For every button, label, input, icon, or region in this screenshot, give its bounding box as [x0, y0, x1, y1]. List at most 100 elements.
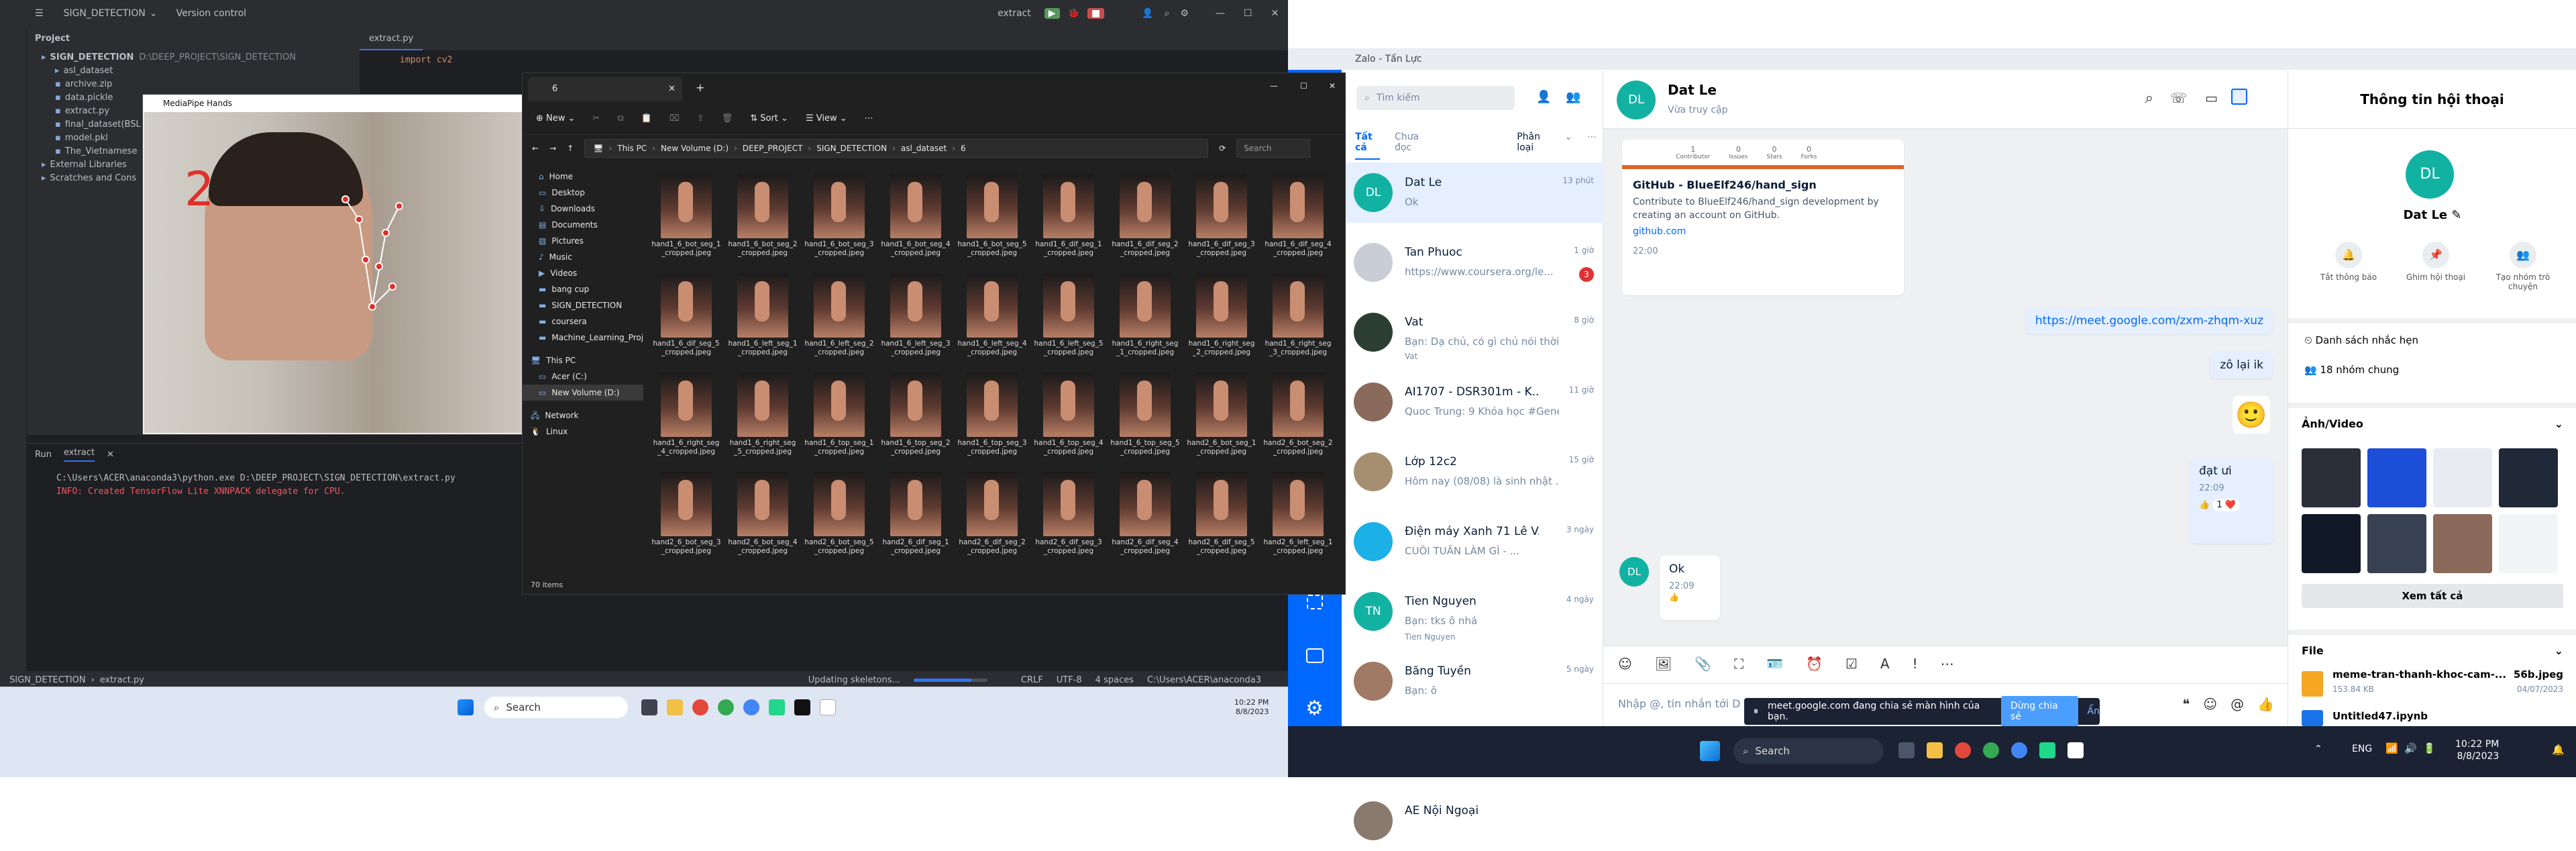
file-thumbnail[interactable]: hand1_6_right_seg_5_cropped.jpeg — [728, 372, 798, 466]
info-action-button[interactable]: 👥 Tạo nhóm trò chuyện — [2489, 242, 2557, 291]
message-ok[interactable]: Ok 22:09 👍 — [1660, 556, 1720, 620]
more-icon[interactable]: ⋯ — [865, 113, 873, 123]
chrome-icon[interactable] — [692, 699, 708, 715]
like-icon[interactable]: 👍 — [1669, 593, 1711, 602]
file-thumbnail[interactable]: hand1_6_bot_seg_4_cropped.jpeg — [881, 174, 951, 268]
run-tab-label[interactable]: Run — [35, 450, 52, 460]
minimize-icon[interactable]: — — [1270, 81, 1278, 91]
taskbar-clock[interactable]: 10:22 PM 8/8/2023 — [2455, 738, 2499, 762]
file-thumbnail[interactable]: hand2_6_dif_seg_4_cropped.jpeg — [1110, 472, 1180, 566]
file-thumbnail[interactable]: hand1_6_bot_seg_5_cropped.jpeg — [957, 174, 1027, 268]
conversation-item[interactable]: AI1707 - DSR301m - K... Quoc Trung: 9 Khó… — [1342, 372, 1603, 432]
volume-icon[interactable]: 🔊 — [2404, 742, 2417, 754]
refresh-icon[interactable]: ⟳ — [1219, 144, 1226, 153]
add-friend-icon[interactable]: 👤 — [1536, 90, 1551, 104]
file-thumbnail[interactable]: hand1_6_top_seg_4_cropped.jpeg — [1034, 372, 1104, 466]
maximize-icon[interactable]: ☐ — [1300, 81, 1307, 91]
run-button[interactable]: ▶ — [1044, 8, 1060, 19]
breadcrumb-item[interactable]: DEEP_PROJECT — [743, 144, 803, 153]
file-thumbnail[interactable]: hand1_6_dif_seg_4_cropped.jpeg — [1263, 174, 1333, 268]
debug-icon[interactable]: 🐞 — [1068, 8, 1079, 19]
search-icon[interactable]: ⌕ — [2145, 90, 2153, 107]
more-icon[interactable]: ⋯ — [1941, 656, 1954, 672]
media-thumbnail[interactable] — [2302, 448, 2361, 507]
vcs-menu[interactable]: Version control — [176, 8, 246, 19]
editor-line[interactable]: import cv2 — [360, 51, 1288, 69]
nav-item[interactable]: ♪ Music — [523, 249, 643, 265]
nav-item[interactable]: 🐧 Linux — [523, 423, 643, 440]
link-text[interactable]: https://meet.google.com/zxm-zhqm-xuz — [2035, 314, 2263, 328]
quote-icon[interactable]: ❝ — [2182, 696, 2190, 712]
file-thumbnail[interactable]: hand2_6_bot_seg_5_cropped.jpeg — [804, 472, 874, 566]
new-tab-icon[interactable]: + — [696, 81, 704, 94]
briefcase-icon[interactable] — [1306, 648, 1324, 663]
explorer-search[interactable]: Search — [1236, 139, 1311, 158]
run-config[interactable]: extract — [998, 8, 1031, 19]
reaction-row[interactable]: 👍 1 ❤️ — [2199, 499, 2263, 511]
thumbs-up-icon[interactable]: 👍 — [2257, 696, 2274, 712]
status-file[interactable]: extract.py — [100, 675, 144, 685]
chrome-icon[interactable] — [2011, 742, 2027, 758]
file-thumbnail[interactable]: hand1_6_left_seg_3_cropped.jpeg — [881, 273, 951, 367]
file-thumbnail[interactable]: hand1_6_dif_seg_3_cropped.jpeg — [1187, 174, 1256, 268]
taskbar-clock[interactable]: 10:22 PM 8/8/2023 — [1234, 698, 1269, 717]
chat-name[interactable]: Dat Le — [1668, 82, 1717, 98]
pycharm-icon[interactable] — [769, 699, 785, 715]
file-thumbnail[interactable]: hand1_6_left_seg_5_cropped.jpeg — [1034, 273, 1104, 367]
wifi-icon[interactable]: 📶 — [2385, 742, 2398, 754]
file-thumbnail[interactable]: hand2_6_left_seg_1_cropped.jpeg — [1263, 472, 1333, 566]
chevron-down-icon[interactable]: ⌄ — [2555, 644, 2563, 657]
filter-dropdown[interactable]: Phân loại — [1517, 132, 1550, 160]
notification-icon[interactable]: 🔔 — [2552, 744, 2565, 756]
chrome-icon[interactable] — [1983, 742, 1999, 758]
create-group-icon[interactable]: 👥 — [1566, 90, 1580, 104]
tree-item[interactable]: ▸ SIGN_DETECTION D:\DEEP_PROJECT\SIGN_DETE… — [27, 51, 360, 64]
chrome-icon[interactable] — [718, 699, 734, 715]
file-thumbnail[interactable]: hand2_6_dif_seg_1_cropped.jpeg — [881, 472, 951, 566]
nav-item[interactable]: ▤ Documents — [523, 217, 643, 233]
conversation-item[interactable]: Lớp 12c2 Hôm nay (08/08) là sinh nhật ...… — [1342, 442, 1603, 502]
media-thumbnail[interactable] — [2499, 514, 2558, 573]
file-thumbnail[interactable]: hand2_6_dif_seg_3_cropped.jpeg — [1034, 472, 1104, 566]
common-groups-row[interactable]: 👥 18 nhóm chung — [2304, 364, 2399, 376]
reminders-row[interactable]: ⏲ Danh sách nhắc hẹn — [2288, 318, 2576, 357]
breadcrumb[interactable]: 🖥 › This PC › New Volume (D:) › DEEP_PROJECT ›… — [584, 139, 1209, 158]
maximize-icon[interactable]: ☐ — [1244, 8, 1252, 19]
file-thumbnail[interactable]: hand1_6_top_seg_5_cropped.jpeg — [1110, 372, 1180, 466]
menu-icon[interactable]: ☰ — [35, 8, 44, 19]
status-indent[interactable]: 4 spaces — [1095, 675, 1134, 685]
breadcrumb-item[interactable]: New Volume (D:) — [661, 144, 729, 153]
cut-icon[interactable]: ✂ — [592, 113, 600, 123]
chrome-icon[interactable] — [1955, 742, 1971, 758]
media-thumbnail[interactable] — [2367, 448, 2426, 507]
minimize-icon[interactable]: — — [1216, 8, 1225, 19]
run-tab-name[interactable]: extract — [63, 448, 95, 462]
language-indicator[interactable]: ENG — [2352, 744, 2372, 754]
file-thumbnail[interactable]: hand1_6_top_seg_3_cropped.jpeg — [957, 372, 1027, 466]
see-all-button[interactable]: Xem tất cả — [2302, 584, 2563, 608]
windows-start-icon[interactable] — [1700, 741, 1720, 761]
stop-share-button[interactable]: Dừng chia sẻ — [2000, 696, 2078, 727]
info-avatar[interactable]: DL — [2406, 150, 2454, 199]
breadcrumb-item[interactable]: SIGN_DETECTION — [816, 144, 887, 153]
conversation-item[interactable]: Điện máy Xanh 71 Lê V... CUỐI TUẦN LÀM GÌ… — [1342, 511, 1603, 572]
image-icon[interactable]: 🖼 — [1655, 656, 1672, 672]
nav-item[interactable]: 🖥 This PC — [523, 352, 643, 368]
info-action-button[interactable]: 🔔 Tắt thông báo — [2315, 242, 2382, 291]
conversation-item[interactable]: AE Nội Ngoại — [1342, 791, 1603, 851]
zalo-search[interactable]: ⌕ Tìm kiếm — [1356, 86, 1515, 110]
explorer-tab[interactable]: 6 ✕ — [528, 77, 682, 101]
reminder-icon[interactable]: ⏰ — [1806, 656, 1823, 672]
gear-icon[interactable]: ⚙ — [1180, 8, 1189, 19]
conversation-item[interactable]: Tan Phuoc https://www.coursera.org/le... 1… — [1342, 232, 1603, 293]
call-icon[interactable]: ☏ — [2170, 90, 2187, 106]
file-thumbnail[interactable]: hand1_6_top_seg_1_cropped.jpeg — [804, 372, 874, 466]
file-thumbnail[interactable]: hand2_6_bot_seg_2_cropped.jpeg — [1263, 372, 1333, 466]
project-switcher[interactable]: SIGN_DETECTION — [64, 8, 146, 19]
editor-tab[interactable]: extract.py — [360, 28, 423, 50]
tree-item[interactable]: ▸ asl_dataset — [27, 64, 360, 78]
breadcrumb-item[interactable]: This PC — [617, 144, 647, 153]
file-thumbnail[interactable]: hand1_6_top_seg_2_cropped.jpeg — [881, 372, 951, 466]
file-thumbnail[interactable]: hand1_6_left_seg_4_cropped.jpeg — [957, 273, 1027, 367]
stop-button[interactable]: ■ — [1087, 8, 1105, 19]
